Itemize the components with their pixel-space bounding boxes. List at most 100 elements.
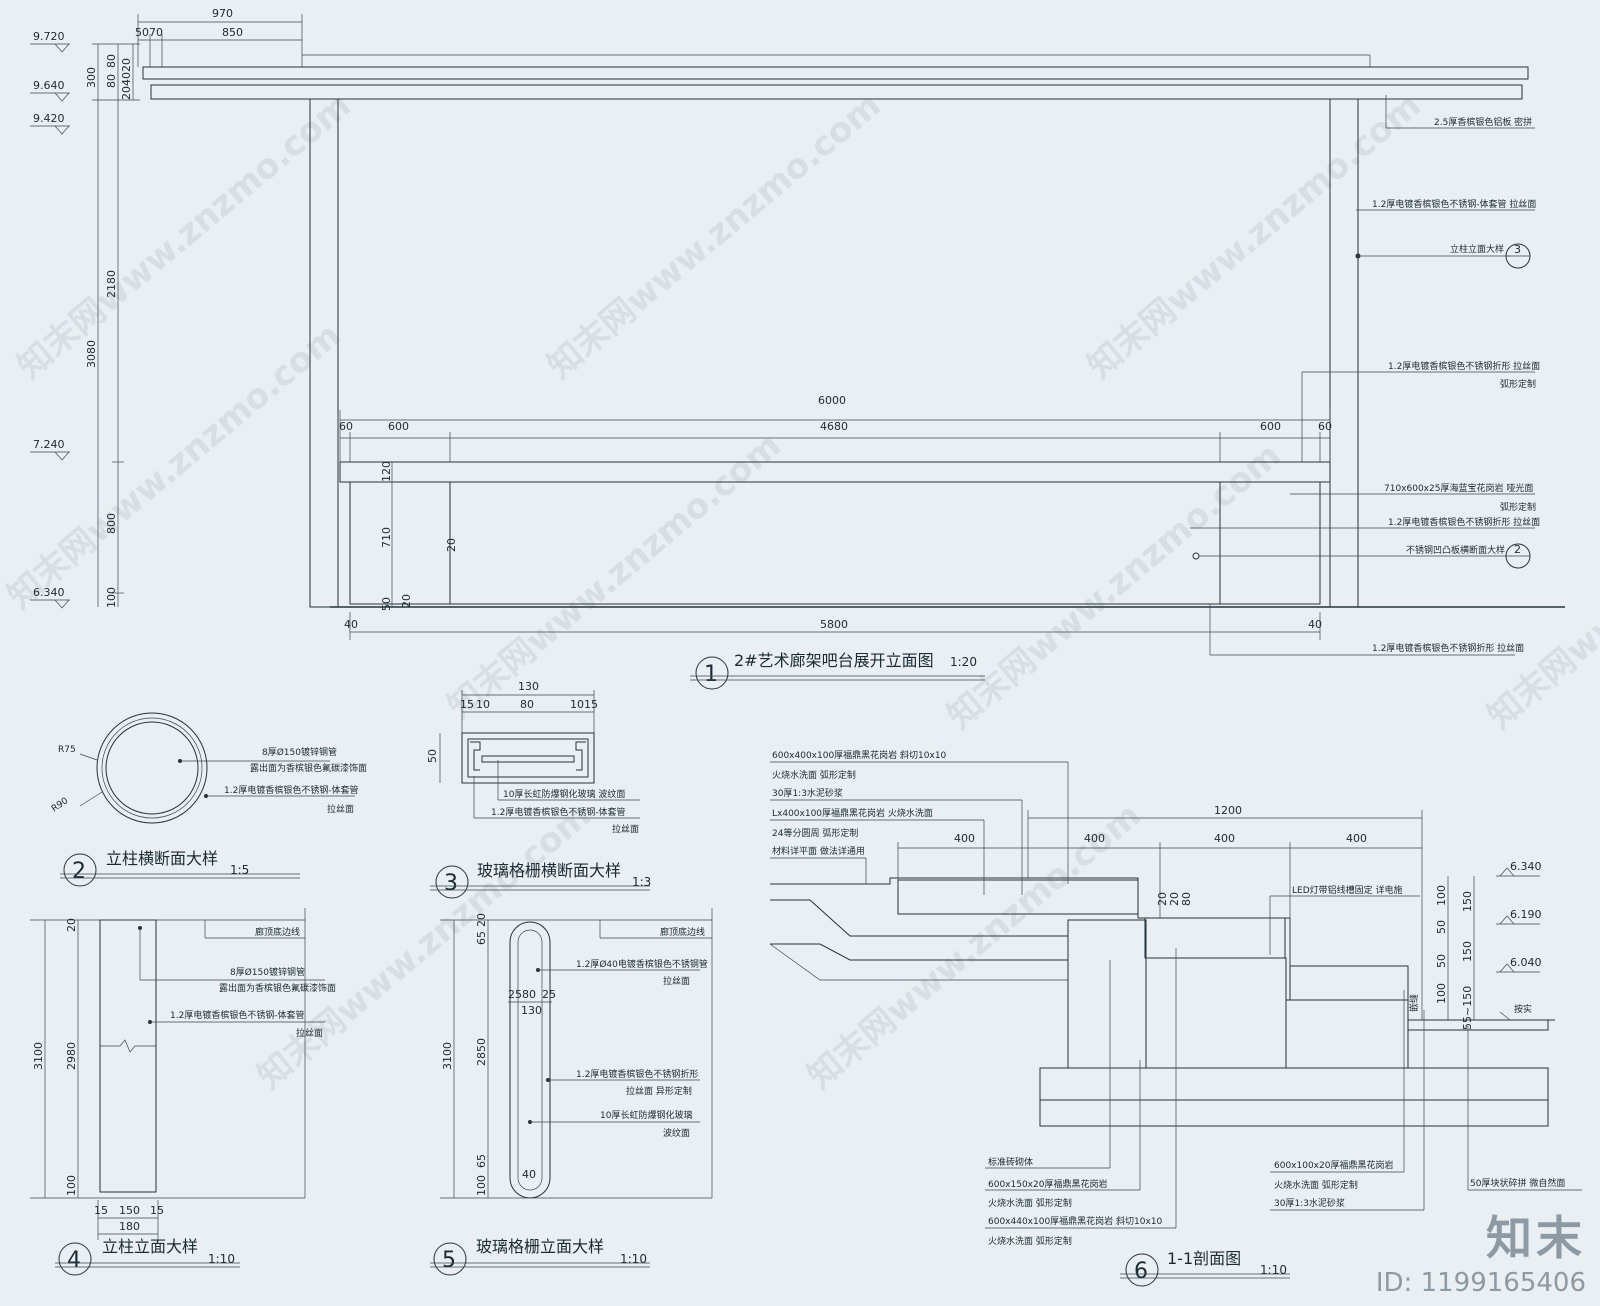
view-5-grille-elevation: 廊顶底边线 3100 65 20 2850 65 100 25 80 25 13… [430,908,713,1276]
dim-r50b: 50 [1435,954,1448,968]
dim-970: 970 [212,7,233,20]
note-sleeve4: 1.2厚电镀香槟银色不锈钢-体套管 [170,1009,305,1021]
view1-title-text: 2#艺术廊架吧台展开立面图 [734,651,934,670]
note-sleeve3: 1.2厚电镀香槟银色不锈钢-体套管 [491,806,626,818]
dim-4680: 4680 [820,420,848,433]
step-3-granite [1289,965,1409,1001]
dim-2850: 2850 [475,1038,488,1066]
dim-50b: 50 [380,597,393,611]
view6-scale: 1:10 [1260,1263,1287,1277]
note-fold5: 1.2厚电镀香槟银色不锈钢折形 [576,1068,698,1080]
view3-scale: 1:3 [632,875,651,889]
dim-10a: 10 [476,698,490,711]
elev-9420: 9.420 [33,112,65,125]
note-roof-line5: 廊顶底边线 [660,926,705,938]
note-brick: 标准砖砌体 [988,1156,1033,1168]
view4-number: 4 [67,1248,81,1273]
dim-80: 80 [105,74,118,88]
note-as-built: 按实 [1514,1003,1532,1015]
view-1-elevation: 9.720 9.640 9.420 7.240 6.340 300 80 80 … [30,7,1565,690]
dim-20d: 20 [400,594,413,608]
radius-r75: R75 [58,745,76,755]
note-granite-600x150: 600x150x20厚福鼎黑花岗岩 [988,1178,1107,1190]
note-paint: 露出面为香槟银色氟碳漆饰面 [250,762,367,774]
dim-400b: 400 [1084,832,1105,845]
dim-130: 130 [518,680,539,693]
dim-40b: 40 [1308,618,1322,631]
dim-400c: 400 [1214,832,1235,845]
note-column-detail-ref: 立柱立面大样 [1450,243,1504,255]
view4-title: 4 立柱立面大样 1:10 [55,1237,240,1276]
note-granite-600x440: 600x440x100厚福鼎黑花岗岩 斜切10x10 [988,1215,1163,1227]
dim-60b: 60 [1318,420,1332,433]
watermark-6: 知末网www.znzmo.com [940,435,1289,737]
note-mortar2: 30厚1:3水泥砂浆 [1274,1197,1345,1209]
view6-title-text: 1-1剖面图 [1167,1249,1241,1268]
view1-scale: 1:20 [950,655,977,669]
top-dimensions: 970 50 70 850 [135,7,303,67]
note-granite-600x150b: 火烧水洗面 弧形定制 [988,1197,1072,1209]
elev-6340-s: 6.340 [1510,860,1542,873]
note-fold-steel-1: 1.2厚电镀香槟银色不锈钢折形 拉丝面 [1388,360,1540,372]
dim-65b: 65 [475,1154,488,1168]
radius-r90: R90 [50,796,70,815]
concrete-base [1039,1067,1549,1101]
dim-15b4: 15 [150,1204,164,1217]
dim-20b: 20 [120,58,133,72]
note-fold-steel-3: 1.2厚电镀香槟银色不锈钢折形 拉丝面 [1372,642,1524,654]
dim-3100: 3100 [32,1042,45,1070]
step-2-granite [1144,917,1286,959]
bottom-dimensions: 40 5800 40 [344,612,1322,640]
dim-60a: 60 [339,420,353,433]
dim-70: 70 [149,26,163,39]
dim-40: 40 [120,72,133,86]
dim-r100a: 100 [1435,885,1448,906]
dim-400d: 400 [1346,832,1367,845]
view3-number: 3 [444,871,458,896]
dim-10b: 10 [570,698,584,711]
note-brushed3: 拉丝面 [612,823,639,835]
dim-100: 100 [65,1175,78,1196]
note-granite-b: 弧形定制 [1500,501,1536,513]
watermark-layer: 知末网www.znzmo.com 知末网www.znzmo.com 知末网www… [0,85,1600,1097]
detail-ref-2-num: 2 [1514,543,1521,556]
note-granite-600x100: 600x100x20厚福鼎黑花岗岩 [1274,1159,1393,1171]
note-wave5: 波纹面 [663,1127,690,1139]
section-top-notes: 600x400x100厚福鼎黑花岗岩 斜切10x10 火烧水洗面 弧形定制 30… [770,749,1069,895]
dim-r100b: 100 [1435,983,1448,1004]
watermark-5: 知末网www.znzmo.com [440,425,789,727]
note-led: LED灯带铝线槽固定 详电施 [1292,884,1403,896]
dim-r150b: 150 [1461,941,1474,962]
watermark-7: 知末网www.znzmo.com [250,795,599,1097]
dim-1200: 1200 [1214,804,1242,817]
elev-9720: 9.720 [33,30,65,43]
dim-2180: 2180 [105,270,118,298]
elev-9640: 9.640 [33,79,65,92]
dim-100-5: 100 [475,1175,488,1196]
note-fold5b: 拉丝面 异形定制 [626,1085,692,1097]
note-roof-line: 廊顶底边线 [255,926,300,938]
dim-710: 710 [380,527,393,548]
dim-600a: 600 [388,420,409,433]
dim-50: 50 [135,26,149,39]
note-granite-600x440b: 火烧水洗面 弧形定制 [988,1235,1072,1247]
view5-title: 5 玻璃格栅立面大样 1:10 [430,1237,650,1276]
note-fold-steel-1b: 弧形定制 [1500,378,1536,390]
dim-r55-150: 55~150 [1461,986,1474,1030]
counter-stone-left [349,481,451,605]
dim-3100-5: 3100 [441,1042,454,1070]
view5-number: 5 [442,1248,456,1273]
note-brushed4: 拉丝面 [296,1027,323,1039]
dim-600b: 600 [1260,420,1281,433]
note-paint4: 露出面为香槟银色氟碳漆饰面 [219,982,336,994]
dim-15a4: 15 [94,1204,108,1217]
dim-5800: 5800 [820,618,848,631]
note-granite: 710x600x25厚海蓝宝花岗岩 哑光面 [1384,482,1533,494]
note-joint: 嵌缝 [1408,994,1420,1012]
view3-title-text: 玻璃格栅横断面大样 [477,861,621,880]
note-steel-pipe4: 8厚Ø150镀锌钢管 [230,966,305,978]
dim-800: 800 [105,513,118,534]
view4-scale: 1:10 [208,1252,235,1266]
note-aluminum-plate: 2.5厚香槟银色铝板 密拼 [1434,116,1532,128]
dim-300: 300 [85,67,98,88]
